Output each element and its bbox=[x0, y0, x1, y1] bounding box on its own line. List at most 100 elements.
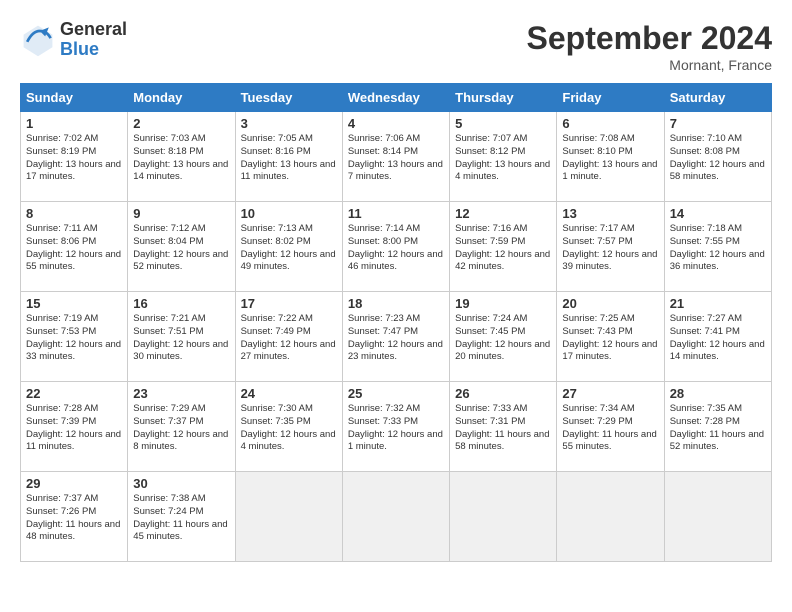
day-info: Sunrise: 7:13 AM Sunset: 8:02 PM Dayligh… bbox=[241, 223, 337, 274]
sunset-label: Sunset: 7:47 PM bbox=[348, 326, 418, 337]
calendar-week-row: 22 Sunrise: 7:28 AM Sunset: 7:39 PM Dayl… bbox=[21, 382, 772, 472]
day-info: Sunrise: 7:32 AM Sunset: 7:33 PM Dayligh… bbox=[348, 403, 444, 454]
table-row: 16 Sunrise: 7:21 AM Sunset: 7:51 PM Dayl… bbox=[128, 292, 235, 382]
page-header: General Blue September 2024 Mornant, Fra… bbox=[20, 20, 772, 73]
title-block: September 2024 Mornant, France bbox=[527, 20, 772, 73]
col-monday: Monday bbox=[128, 84, 235, 112]
daylight-label: Daylight: 12 hours and 46 minutes. bbox=[348, 249, 443, 273]
day-number: 6 bbox=[562, 116, 658, 131]
daylight-label: Daylight: 13 hours and 7 minutes. bbox=[348, 159, 443, 183]
day-number: 18 bbox=[348, 296, 444, 311]
sunrise-label: Sunrise: 7:30 AM bbox=[241, 403, 313, 414]
table-row: 23 Sunrise: 7:29 AM Sunset: 7:37 PM Dayl… bbox=[128, 382, 235, 472]
sunset-label: Sunset: 8:19 PM bbox=[26, 146, 96, 157]
table-row bbox=[235, 472, 342, 562]
table-row: 20 Sunrise: 7:25 AM Sunset: 7:43 PM Dayl… bbox=[557, 292, 664, 382]
sunrise-label: Sunrise: 7:03 AM bbox=[133, 133, 205, 144]
calendar-header-row: Sunday Monday Tuesday Wednesday Thursday… bbox=[21, 84, 772, 112]
day-number: 2 bbox=[133, 116, 229, 131]
sunset-label: Sunset: 7:53 PM bbox=[26, 326, 96, 337]
day-info: Sunrise: 7:30 AM Sunset: 7:35 PM Dayligh… bbox=[241, 403, 337, 454]
day-number: 24 bbox=[241, 386, 337, 401]
table-row: 29 Sunrise: 7:37 AM Sunset: 7:26 PM Dayl… bbox=[21, 472, 128, 562]
day-number: 5 bbox=[455, 116, 551, 131]
sunrise-label: Sunrise: 7:21 AM bbox=[133, 313, 205, 324]
day-number: 25 bbox=[348, 386, 444, 401]
daylight-label: Daylight: 12 hours and 52 minutes. bbox=[133, 249, 228, 273]
sunrise-label: Sunrise: 7:12 AM bbox=[133, 223, 205, 234]
table-row: 19 Sunrise: 7:24 AM Sunset: 7:45 PM Dayl… bbox=[450, 292, 557, 382]
day-number: 17 bbox=[241, 296, 337, 311]
day-number: 30 bbox=[133, 476, 229, 491]
daylight-label: Daylight: 13 hours and 11 minutes. bbox=[241, 159, 336, 183]
sunrise-label: Sunrise: 7:19 AM bbox=[26, 313, 98, 324]
daylight-label: Daylight: 12 hours and 39 minutes. bbox=[562, 249, 657, 273]
day-number: 20 bbox=[562, 296, 658, 311]
day-number: 13 bbox=[562, 206, 658, 221]
sunrise-label: Sunrise: 7:34 AM bbox=[562, 403, 634, 414]
col-thursday: Thursday bbox=[450, 84, 557, 112]
table-row: 9 Sunrise: 7:12 AM Sunset: 8:04 PM Dayli… bbox=[128, 202, 235, 292]
daylight-label: Daylight: 13 hours and 14 minutes. bbox=[133, 159, 228, 183]
table-row: 24 Sunrise: 7:30 AM Sunset: 7:35 PM Dayl… bbox=[235, 382, 342, 472]
table-row: 4 Sunrise: 7:06 AM Sunset: 8:14 PM Dayli… bbox=[342, 112, 449, 202]
daylight-label: Daylight: 12 hours and 14 minutes. bbox=[670, 339, 765, 363]
daylight-label: Daylight: 12 hours and 33 minutes. bbox=[26, 339, 121, 363]
sunrise-label: Sunrise: 7:10 AM bbox=[670, 133, 742, 144]
logo-icon bbox=[20, 22, 56, 58]
sunrise-label: Sunrise: 7:17 AM bbox=[562, 223, 634, 234]
sunrise-label: Sunrise: 7:06 AM bbox=[348, 133, 420, 144]
sunset-label: Sunset: 8:18 PM bbox=[133, 146, 203, 157]
calendar-week-row: 8 Sunrise: 7:11 AM Sunset: 8:06 PM Dayli… bbox=[21, 202, 772, 292]
sunrise-label: Sunrise: 7:08 AM bbox=[562, 133, 634, 144]
day-info: Sunrise: 7:11 AM Sunset: 8:06 PM Dayligh… bbox=[26, 223, 122, 274]
sunset-label: Sunset: 8:00 PM bbox=[348, 236, 418, 247]
day-info: Sunrise: 7:16 AM Sunset: 7:59 PM Dayligh… bbox=[455, 223, 551, 274]
col-wednesday: Wednesday bbox=[342, 84, 449, 112]
table-row bbox=[664, 472, 771, 562]
month-title: September 2024 bbox=[527, 20, 772, 57]
daylight-label: Daylight: 12 hours and 30 minutes. bbox=[133, 339, 228, 363]
daylight-label: Daylight: 11 hours and 58 minutes. bbox=[455, 429, 549, 453]
daylight-label: Daylight: 12 hours and 1 minute. bbox=[348, 429, 443, 453]
sunrise-label: Sunrise: 7:05 AM bbox=[241, 133, 313, 144]
logo-blue-text: Blue bbox=[60, 40, 127, 60]
sunrise-label: Sunrise: 7:32 AM bbox=[348, 403, 420, 414]
logo-text: General Blue bbox=[60, 20, 127, 60]
daylight-label: Daylight: 12 hours and 27 minutes. bbox=[241, 339, 336, 363]
sunrise-label: Sunrise: 7:33 AM bbox=[455, 403, 527, 414]
day-number: 9 bbox=[133, 206, 229, 221]
day-number: 21 bbox=[670, 296, 766, 311]
table-row: 8 Sunrise: 7:11 AM Sunset: 8:06 PM Dayli… bbox=[21, 202, 128, 292]
day-info: Sunrise: 7:03 AM Sunset: 8:18 PM Dayligh… bbox=[133, 133, 229, 184]
table-row: 6 Sunrise: 7:08 AM Sunset: 8:10 PM Dayli… bbox=[557, 112, 664, 202]
table-row: 25 Sunrise: 7:32 AM Sunset: 7:33 PM Dayl… bbox=[342, 382, 449, 472]
day-info: Sunrise: 7:18 AM Sunset: 7:55 PM Dayligh… bbox=[670, 223, 766, 274]
day-number: 14 bbox=[670, 206, 766, 221]
sunrise-label: Sunrise: 7:28 AM bbox=[26, 403, 98, 414]
day-info: Sunrise: 7:17 AM Sunset: 7:57 PM Dayligh… bbox=[562, 223, 658, 274]
table-row: 1 Sunrise: 7:02 AM Sunset: 8:19 PM Dayli… bbox=[21, 112, 128, 202]
logo: General Blue bbox=[20, 20, 127, 60]
day-info: Sunrise: 7:34 AM Sunset: 7:29 PM Dayligh… bbox=[562, 403, 658, 454]
daylight-label: Daylight: 12 hours and 20 minutes. bbox=[455, 339, 550, 363]
day-info: Sunrise: 7:02 AM Sunset: 8:19 PM Dayligh… bbox=[26, 133, 122, 184]
daylight-label: Daylight: 11 hours and 48 minutes. bbox=[26, 519, 120, 543]
sunset-label: Sunset: 8:06 PM bbox=[26, 236, 96, 247]
day-info: Sunrise: 7:05 AM Sunset: 8:16 PM Dayligh… bbox=[241, 133, 337, 184]
daylight-label: Daylight: 12 hours and 8 minutes. bbox=[133, 429, 228, 453]
day-number: 3 bbox=[241, 116, 337, 131]
sunset-label: Sunset: 8:10 PM bbox=[562, 146, 632, 157]
sunrise-label: Sunrise: 7:37 AM bbox=[26, 493, 98, 504]
sunset-label: Sunset: 7:43 PM bbox=[562, 326, 632, 337]
sunset-label: Sunset: 7:57 PM bbox=[562, 236, 632, 247]
day-number: 23 bbox=[133, 386, 229, 401]
table-row: 21 Sunrise: 7:27 AM Sunset: 7:41 PM Dayl… bbox=[664, 292, 771, 382]
sunset-label: Sunset: 7:26 PM bbox=[26, 506, 96, 517]
col-sunday: Sunday bbox=[21, 84, 128, 112]
sunrise-label: Sunrise: 7:25 AM bbox=[562, 313, 634, 324]
sunset-label: Sunset: 8:04 PM bbox=[133, 236, 203, 247]
daylight-label: Daylight: 11 hours and 52 minutes. bbox=[670, 429, 764, 453]
day-info: Sunrise: 7:22 AM Sunset: 7:49 PM Dayligh… bbox=[241, 313, 337, 364]
col-saturday: Saturday bbox=[664, 84, 771, 112]
